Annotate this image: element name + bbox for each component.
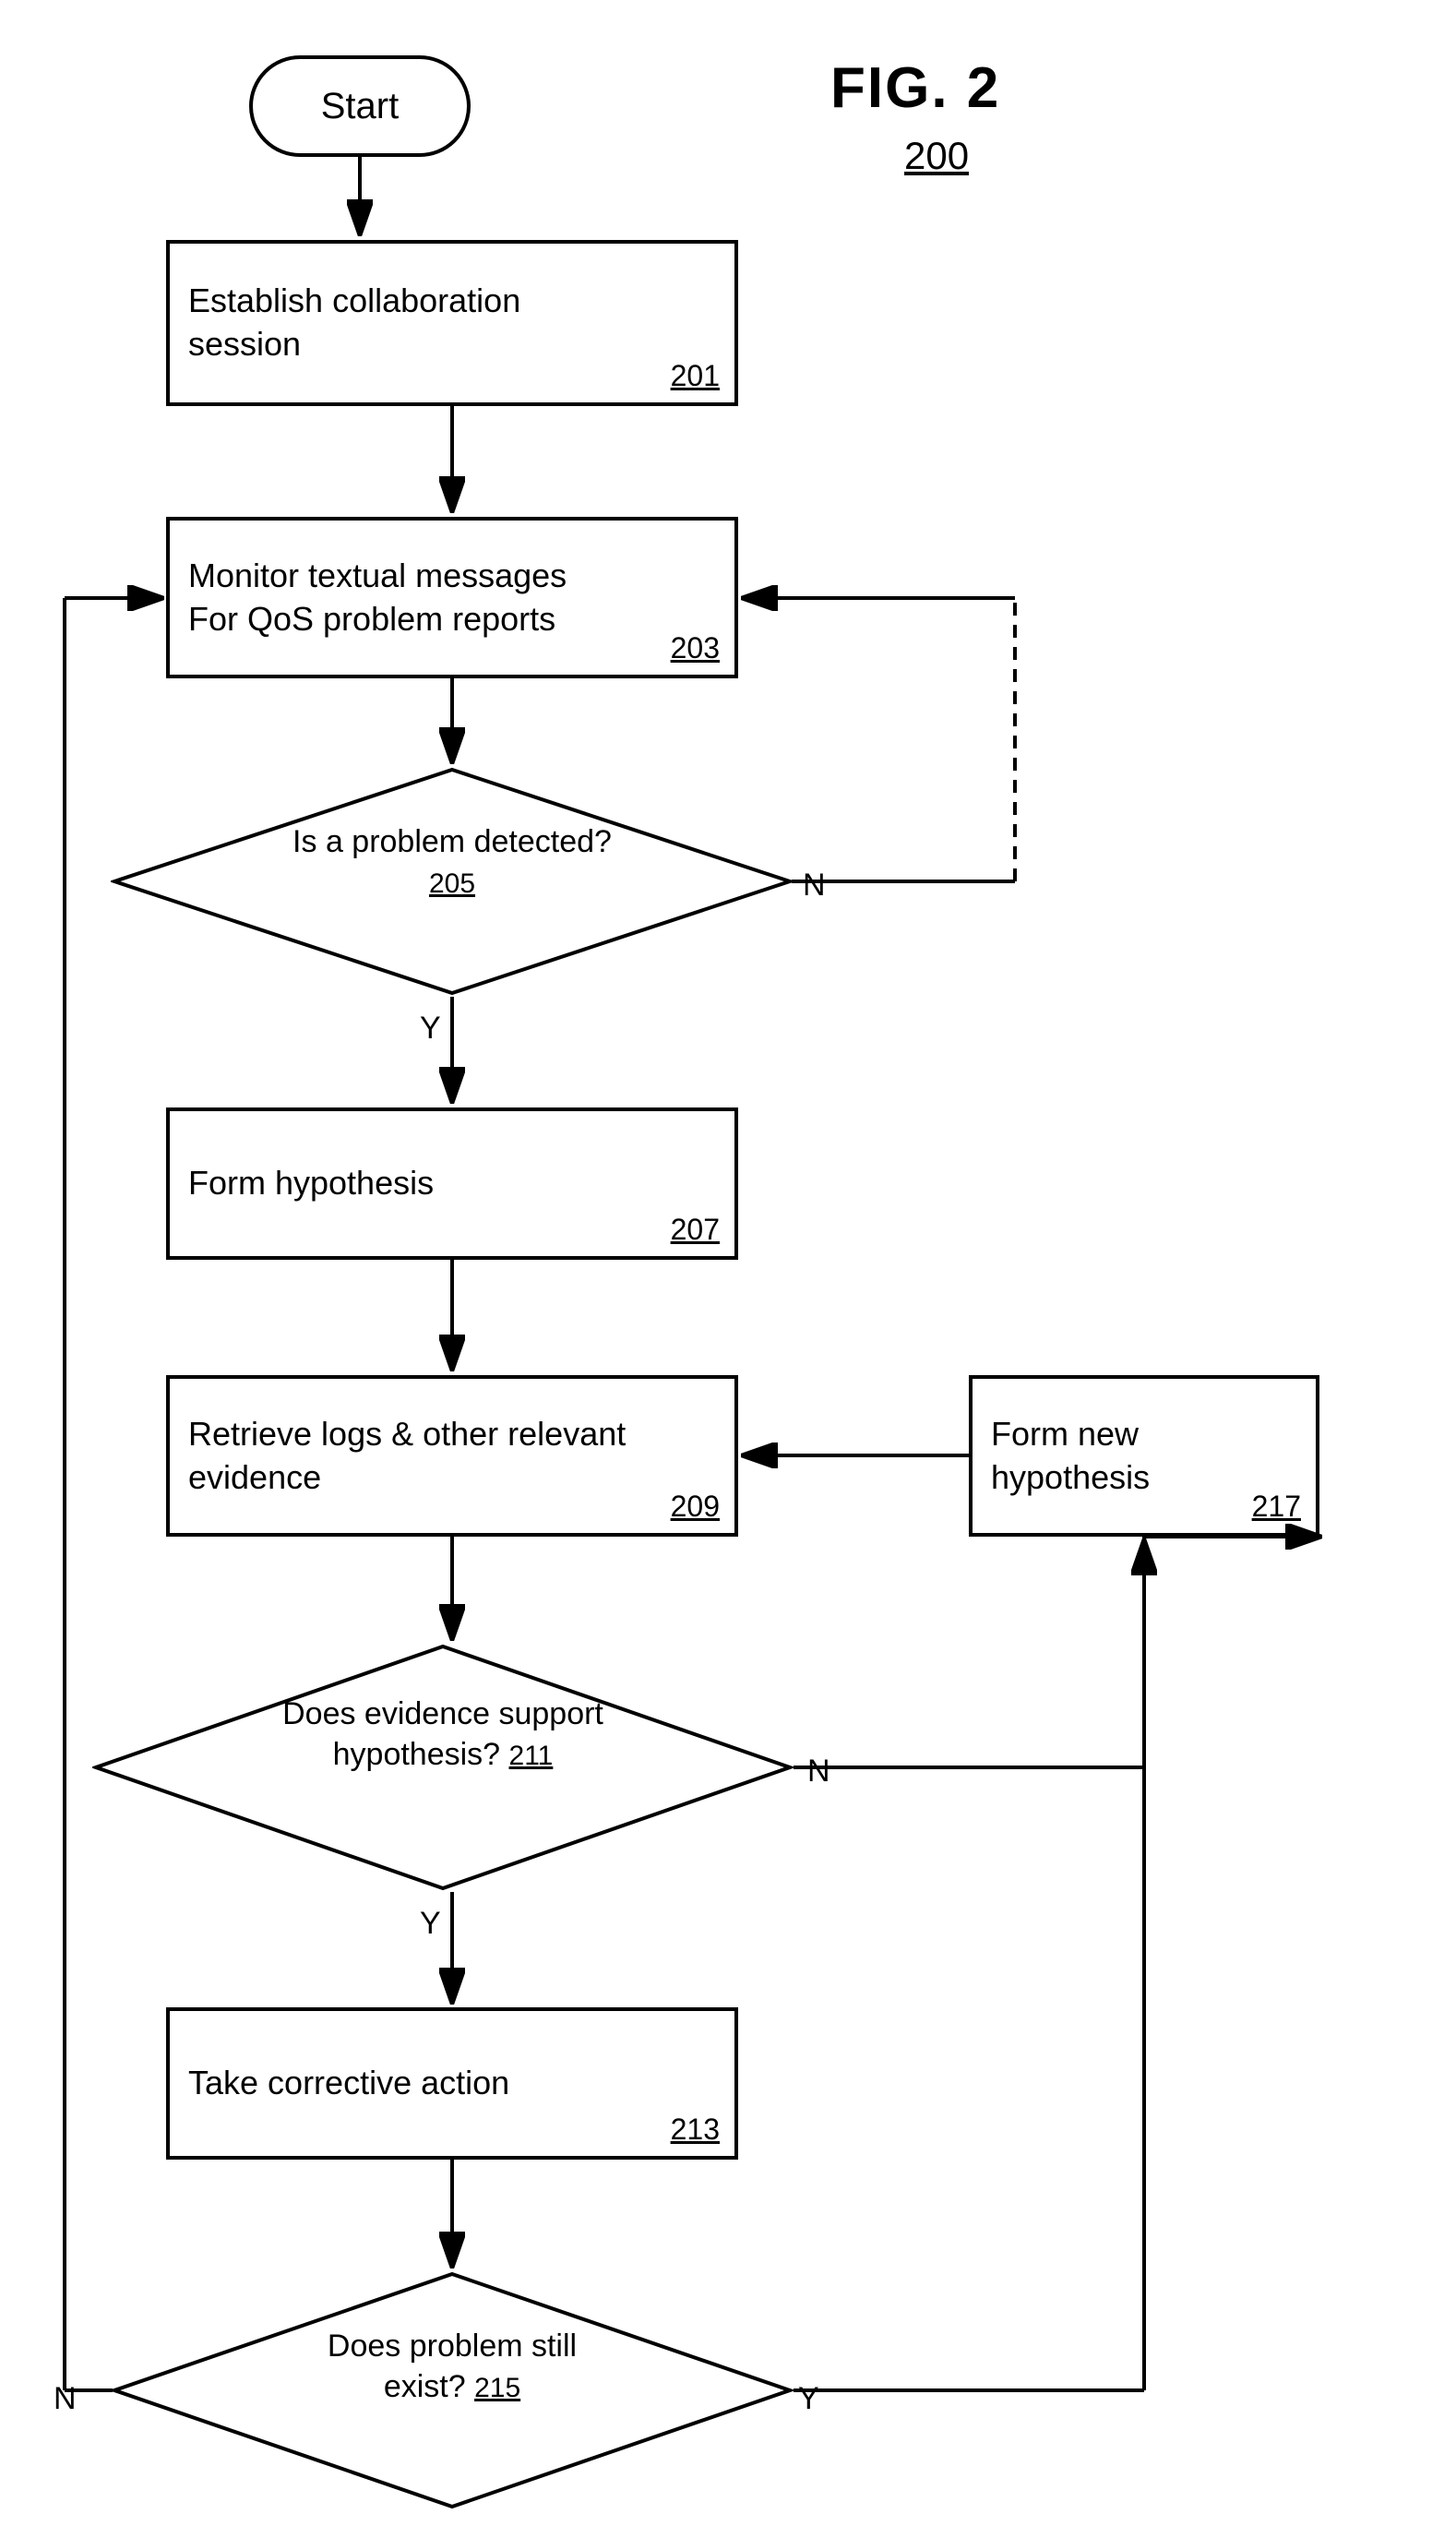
- still-exist-no-label: N: [54, 2381, 77, 2417]
- form-hypothesis-num: 207: [671, 1213, 720, 1247]
- diamond-problem-detected: Is a problem detected? 205: [111, 766, 794, 997]
- problem-no-label: N: [803, 868, 826, 904]
- problem-yes-label: Y: [420, 1011, 441, 1047]
- box-form-new-hypothesis: Form newhypothesis 217: [969, 1375, 1319, 1537]
- corrective-action-text: Take corrective action: [188, 2062, 509, 2105]
- start-node: Start: [249, 55, 471, 157]
- evidence-yes-label: Y: [420, 1906, 441, 1942]
- figure-title: FIG. 2: [830, 55, 1000, 121]
- still-exist-yes-label: Y: [798, 2381, 819, 2417]
- diamond-problem-still-exist: Does problem stillexist? 215: [111, 2270, 794, 2510]
- evidence-no-label: N: [807, 1754, 830, 1790]
- box-corrective-action: Take corrective action 213: [166, 2007, 738, 2160]
- form-hypothesis-text: Form hypothesis: [188, 1162, 434, 1205]
- establish-text: Establish collaborationsession: [188, 280, 520, 366]
- corrective-action-num: 213: [671, 2113, 720, 2147]
- box-form-hypothesis: Form hypothesis 207: [166, 1107, 738, 1260]
- box-establish: Establish collaborationsession 201: [166, 240, 738, 406]
- flowchart-diagram: FIG. 2 200 Start Establish collaboration…: [0, 0, 1456, 2538]
- retrieve-logs-num: 209: [671, 1490, 720, 1524]
- retrieve-logs-text: Retrieve logs & other relevantevidence: [188, 1413, 626, 1500]
- form-new-hypothesis-text: Form newhypothesis: [991, 1413, 1150, 1500]
- start-label: Start: [321, 86, 399, 127]
- figure-ref: 200: [904, 134, 969, 178]
- box-monitor: Monitor textual messagesFor QoS problem …: [166, 517, 738, 678]
- diamond-evidence-support: Does evidence supporthypothesis? 211: [92, 1643, 794, 1892]
- monitor-text: Monitor textual messagesFor QoS problem …: [188, 555, 567, 641]
- box-retrieve-logs: Retrieve logs & other relevantevidence 2…: [166, 1375, 738, 1537]
- establish-num: 201: [671, 359, 720, 393]
- monitor-num: 203: [671, 631, 720, 665]
- form-new-hypothesis-num: 217: [1252, 1490, 1301, 1524]
